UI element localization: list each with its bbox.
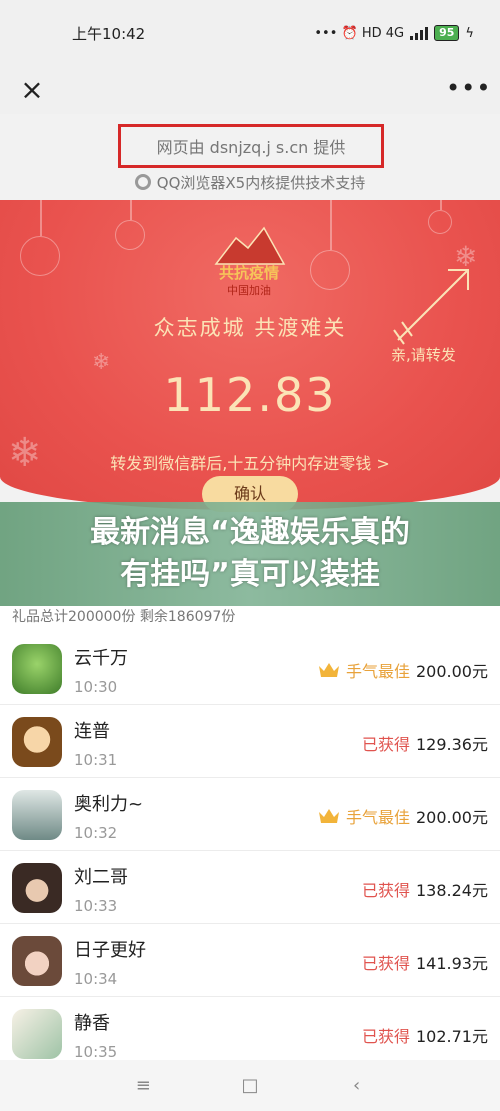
fight-epidemic-logo: 共抗疫情 中国加油 xyxy=(214,226,286,297)
ornament-decoration xyxy=(310,250,350,290)
close-icon: × xyxy=(20,73,44,106)
engine-text: QQ浏览器X5内核提供技术支持 xyxy=(156,173,366,192)
more-options-button[interactable]: ••• xyxy=(446,70,490,110)
best-luck-badge: 手气最佳 xyxy=(345,662,410,681)
received-amount: 138.24元 xyxy=(416,881,488,900)
amount-group: 手气最佳 200.00元 xyxy=(318,658,488,682)
status-time: 上午10:42 xyxy=(72,24,146,43)
list-item[interactable]: 刘二哥 10:33 已获得 138.24元 xyxy=(0,851,500,924)
amount-group: 手气最佳 200.00元 xyxy=(318,804,488,828)
amount-group: 已获得 129.36元 xyxy=(362,731,488,755)
recipient-name: 云千万 xyxy=(74,648,128,669)
receive-time: 10:35 xyxy=(74,1043,118,1060)
list-item[interactable]: 奥利力~ 10:32 手气最佳 200.00元 xyxy=(0,778,500,851)
home-nav-button[interactable]: □ xyxy=(230,1066,270,1106)
headline-line-2: 有挂吗”真可以装挂 xyxy=(120,557,380,592)
received-amount: 141.93元 xyxy=(416,954,488,973)
received-badge: 已获得 xyxy=(361,735,410,754)
avatar xyxy=(12,863,62,913)
recipient-name: 静香 xyxy=(74,1013,110,1034)
list-item[interactable]: 连普 10:31 已获得 129.36元 xyxy=(0,705,500,778)
back-icon: ‹ xyxy=(353,1075,361,1096)
amount-group: 已获得 141.93元 xyxy=(362,950,488,974)
charging-icon: ϟ xyxy=(465,25,474,41)
system-nav-bar: ≡ □ ‹ xyxy=(0,1060,500,1111)
amount-group: 已获得 138.24元 xyxy=(362,877,488,901)
receive-time: 10:31 xyxy=(74,751,118,769)
crown-icon xyxy=(318,809,339,823)
received-badge: 已获得 xyxy=(361,881,410,900)
list-item[interactable]: 云千万 10:30 手气最佳 200.00元 xyxy=(0,632,500,705)
avatar xyxy=(12,644,62,694)
headline-overlay: 最新消息“逸趣娱乐真的 有挂吗”真可以装挂 xyxy=(0,502,500,606)
status-indicators: ••• ⏰ HD 4G xyxy=(314,25,405,41)
list-item[interactable]: 静香 10:35 已获得 102.71元 xyxy=(0,997,500,1060)
back-nav-button[interactable]: ‹ xyxy=(337,1066,377,1106)
status-icons: ••• ⏰ HD 4G 95 ϟ xyxy=(314,25,474,41)
menu-icon: ≡ xyxy=(135,1075,151,1096)
ornament-decoration xyxy=(20,236,60,276)
avatar xyxy=(12,1009,62,1059)
avatar xyxy=(12,790,62,840)
close-button[interactable]: × xyxy=(12,70,52,110)
amount-group: 已获得 102.71元 xyxy=(362,1023,488,1047)
more-icon: ••• xyxy=(446,74,492,102)
ornament-decoration xyxy=(115,220,145,250)
qq-browser-icon xyxy=(134,174,151,190)
receive-time: 10:30 xyxy=(74,678,118,696)
signal-icon xyxy=(410,26,429,40)
ornament-decoration xyxy=(428,210,452,234)
received-badge: 已获得 xyxy=(361,954,410,973)
red-packet-card: ❄ ❄ ❄ 共抗疫情 中国加油 众志成城 共渡难关 亲,请转发 112.83 转… xyxy=(0,200,500,510)
recipient-name: 刘二哥 xyxy=(74,867,128,888)
received-amount: 200.00元 xyxy=(416,662,488,681)
receive-time: 10:33 xyxy=(74,897,118,915)
menu-nav-button[interactable]: ≡ xyxy=(123,1066,163,1106)
gift-summary: 礼品总计200000份 剩余186097份 xyxy=(12,609,236,625)
received-amount: 129.36元 xyxy=(416,735,488,754)
received-amount: 200.00元 xyxy=(416,808,488,827)
status-bar: 上午10:42 ••• ⏰ HD 4G 95 ϟ xyxy=(0,0,500,66)
transfer-hint-link[interactable]: 转发到微信群后,十五分钟内存进零钱 > xyxy=(0,450,500,474)
receive-time: 10:32 xyxy=(74,824,118,842)
recipient-list: 礼品总计200000份 剩余186097份 云千万 10:30 手气最佳 200.00… xyxy=(0,606,500,1060)
crown-icon xyxy=(318,663,339,677)
browser-top-bar: × ••• xyxy=(0,66,500,114)
home-icon: □ xyxy=(241,1075,259,1096)
best-luck-badge: 手气最佳 xyxy=(345,808,410,827)
provider-notice: 网页由 dsnjzq.j s.cn 提供 xyxy=(118,124,384,168)
engine-notice: QQ浏览器X5内核提供技术支持 xyxy=(0,170,500,194)
receive-time: 10:34 xyxy=(74,970,118,988)
battery-icon: 95 xyxy=(434,25,460,41)
share-arrow-icon xyxy=(393,269,469,345)
recipient-name: 日子更好 xyxy=(74,940,146,961)
provider-text: 网页由 dsnjzq.j s.cn 提供 xyxy=(156,138,346,157)
recipient-name: 奥利力~ xyxy=(74,794,144,815)
recipient-name: 连普 xyxy=(74,721,110,742)
share-label: 亲,请转发 xyxy=(391,346,456,364)
list-item[interactable]: 日子更好 10:34 已获得 141.93元 xyxy=(0,924,500,997)
headline-line-1: 最新消息“逸趣娱乐真的 xyxy=(90,515,410,550)
logo-title: 共抗疫情 xyxy=(219,264,279,282)
received-badge: 已获得 xyxy=(361,1027,410,1046)
logo-subtitle: 中国加油 xyxy=(227,283,271,297)
packet-amount: 112.83 xyxy=(163,368,337,422)
avatar xyxy=(12,717,62,767)
received-amount: 102.71元 xyxy=(416,1027,488,1046)
avatar xyxy=(12,936,62,986)
